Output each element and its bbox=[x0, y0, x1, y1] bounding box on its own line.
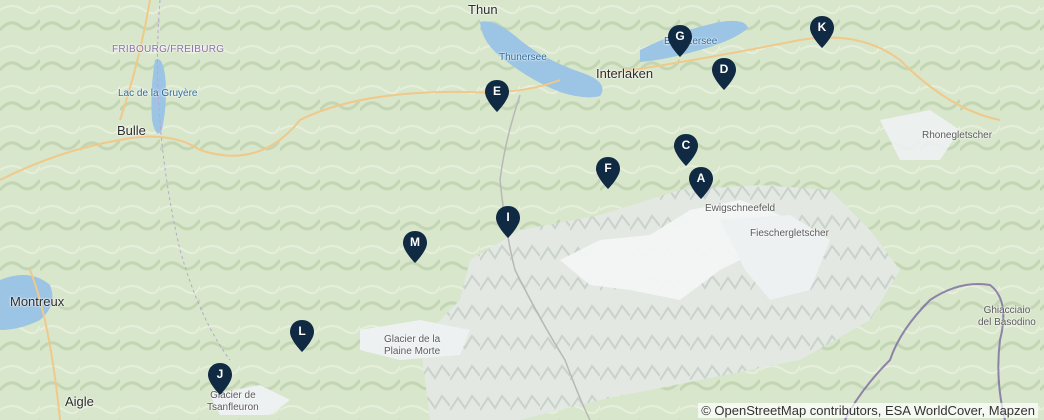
map-marker-e[interactable]: E bbox=[483, 79, 511, 113]
glacier-label-plaine-morte-line2: Plaine Morte bbox=[384, 346, 441, 357]
marker-letter: C bbox=[681, 138, 691, 152]
glacier-label-basodino-line2: del Basodino bbox=[978, 317, 1036, 328]
glacier-label-basodino-line1: Ghiacciaio bbox=[983, 305, 1031, 316]
map-marker-j[interactable]: J bbox=[206, 362, 234, 396]
place-label-thun: Thun bbox=[468, 2, 498, 17]
marker-letter: F bbox=[604, 161, 612, 175]
marker-letter: K bbox=[817, 20, 827, 34]
map-marker-c[interactable]: C bbox=[672, 133, 700, 167]
map-marker-i[interactable]: I bbox=[494, 205, 522, 239]
marker-letter: D bbox=[719, 62, 729, 76]
map-attribution[interactable]: © OpenStreetMap contributors, ESA WorldC… bbox=[698, 403, 1038, 418]
marker-letter: L bbox=[298, 324, 306, 338]
map-marker-a[interactable]: A bbox=[687, 166, 715, 200]
glacier-label-fieschergletscher: Fieschergletscher bbox=[750, 228, 829, 239]
glacier-label-ewigschneefeld: Ewigschneefeld bbox=[705, 203, 776, 214]
glacier-label-plaine-morte: Glacier de la Plaine Morte bbox=[384, 334, 440, 358]
place-label-interlaken: Interlaken bbox=[596, 66, 654, 81]
map-marker-d[interactable]: D bbox=[710, 57, 738, 91]
glacier-label-rhonegletscher: Rhonegletscher bbox=[922, 130, 993, 141]
marker-letter: E bbox=[492, 84, 501, 98]
map-canvas[interactable]: Thun Thunersee Interlaken Brienzersee FR… bbox=[0, 0, 1044, 420]
glacier-label-plaine-morte-line1: Glacier de la bbox=[384, 334, 441, 345]
map-marker-f[interactable]: F bbox=[594, 156, 622, 190]
lake-label-thunersee: Thunersee bbox=[499, 52, 547, 63]
marker-letter: J bbox=[216, 367, 224, 381]
glacier-label-basodino: Ghiacciaio del Basodino bbox=[978, 305, 1036, 329]
marker-letter: M bbox=[410, 235, 420, 249]
map-marker-k[interactable]: K bbox=[808, 15, 836, 49]
marker-letter: I bbox=[506, 210, 510, 224]
map-marker-l[interactable]: L bbox=[288, 319, 316, 353]
glacier-label-tsanfleuron-line2: Tsanfleuron bbox=[207, 402, 259, 413]
marker-letter: G bbox=[675, 29, 685, 43]
place-label-montreux: Montreux bbox=[10, 294, 65, 309]
place-label-aigle: Aigle bbox=[65, 394, 94, 409]
place-label-bulle: Bulle bbox=[117, 123, 146, 138]
region-label-fribourg: FRIBOURG/FREIBURG bbox=[112, 44, 225, 55]
map-marker-m[interactable]: M bbox=[401, 230, 429, 264]
map-marker-g[interactable]: G bbox=[666, 24, 694, 58]
marker-letter: A bbox=[696, 171, 706, 185]
lake-label-gruyere: Lac de la Gruyère bbox=[118, 88, 198, 99]
